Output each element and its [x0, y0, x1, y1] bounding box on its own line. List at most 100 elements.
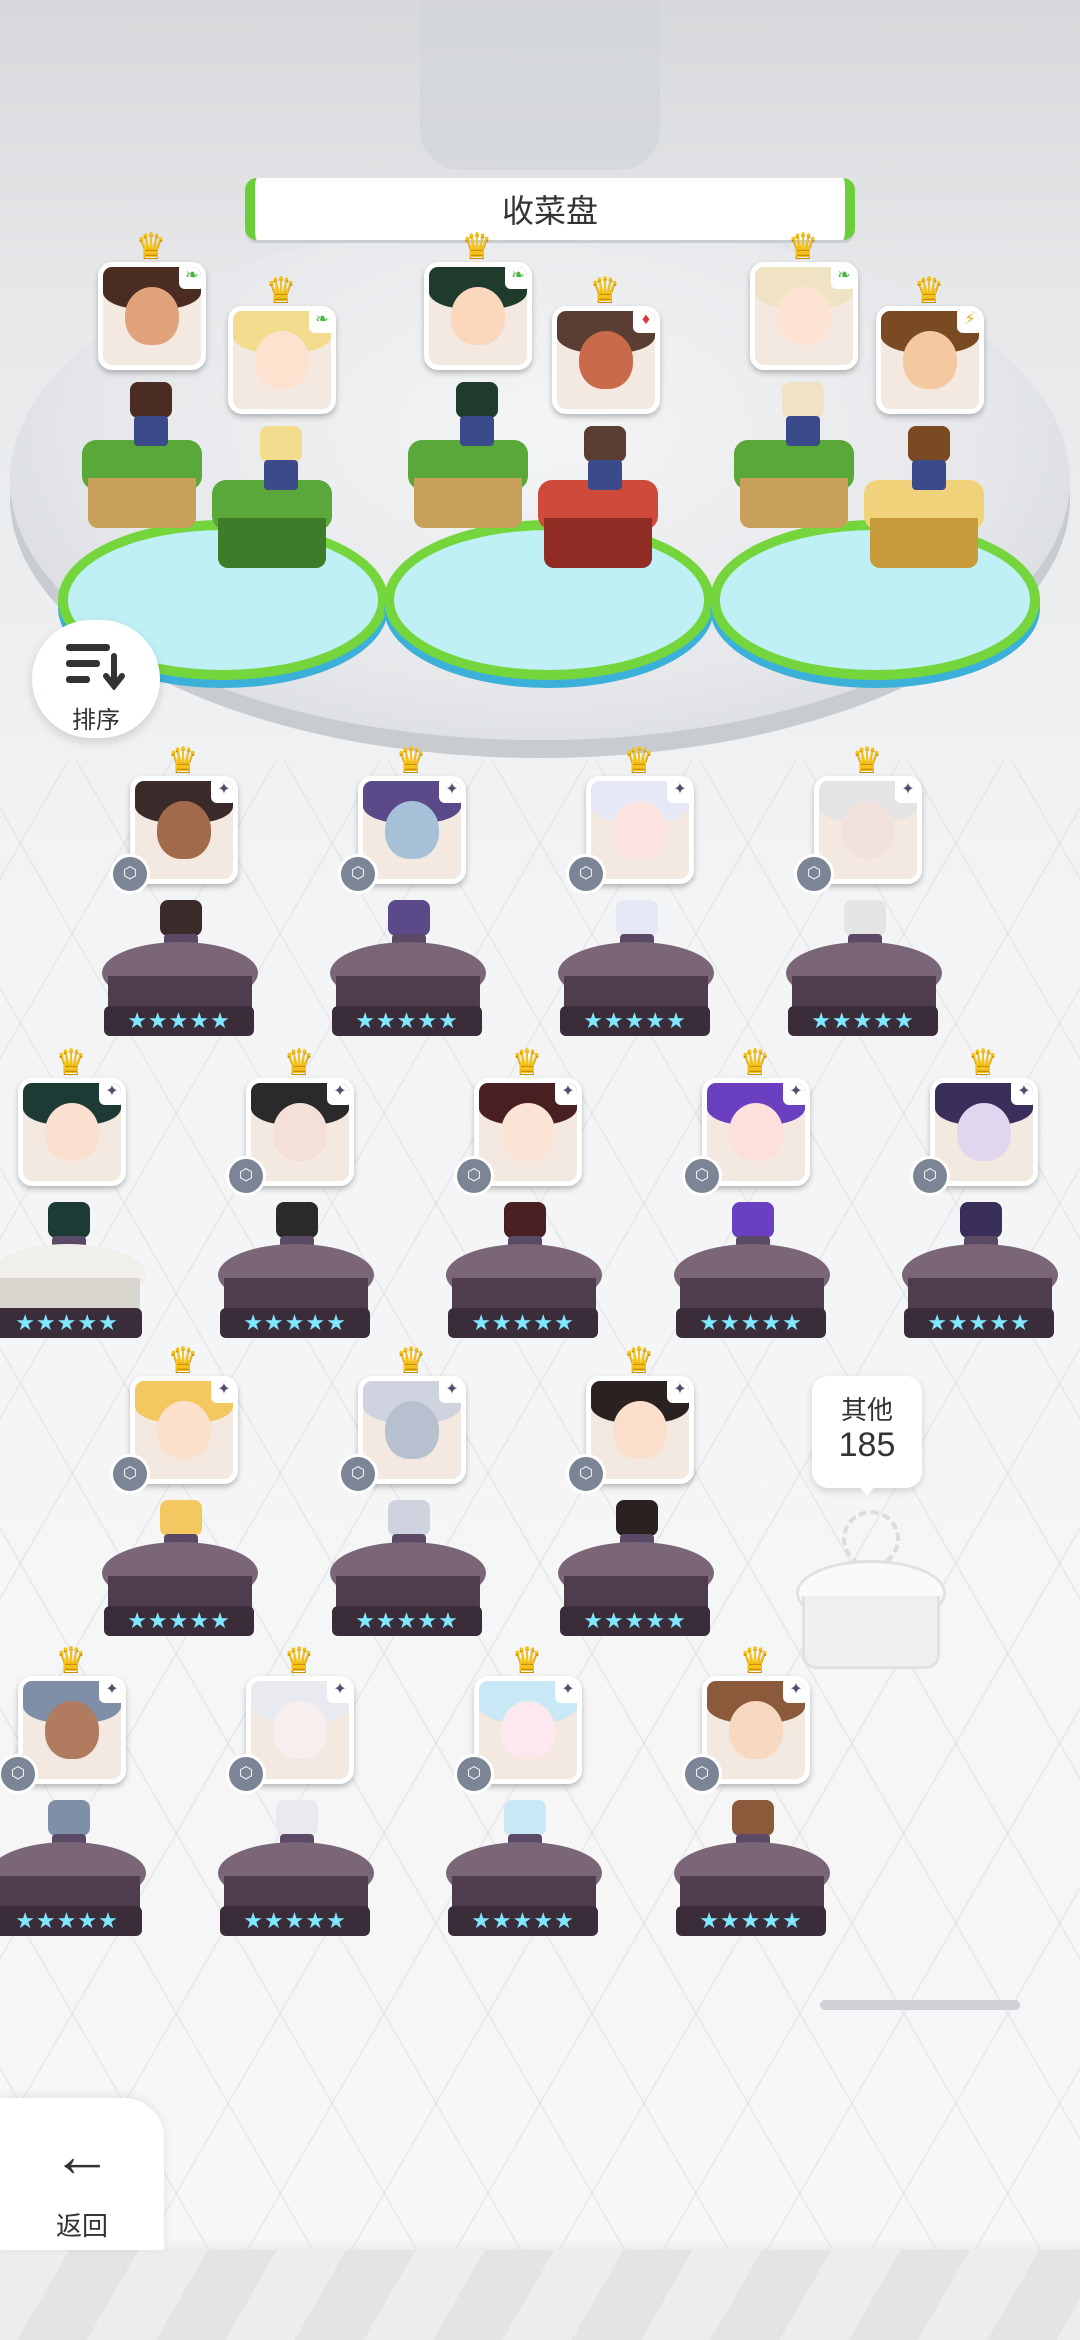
crown-icon: ♛	[55, 1043, 87, 1081]
hero-sprite	[768, 382, 838, 448]
star-rating: ★★★★★	[676, 1308, 826, 1338]
element-icon: ✦	[667, 781, 689, 803]
hero-pedestal[interactable]: ★★★★★	[102, 1542, 258, 1650]
element-icon: ✦	[783, 1681, 805, 1703]
hero-pedestal[interactable]: ★★★★★	[446, 1244, 602, 1352]
others-label: 其他	[840, 1395, 893, 1425]
crown-icon: ♛	[739, 1043, 771, 1081]
element-icon: ✦	[327, 1681, 349, 1703]
element-icon: ❧	[831, 267, 853, 289]
back-button[interactable]: ← 返回	[0, 2098, 164, 2250]
others-counter[interactable]: 其他 185	[812, 1376, 922, 1496]
crown-icon: ♛	[55, 1641, 87, 1679]
star-rating: ★★★★★	[104, 1006, 254, 1036]
crown-icon: ♛	[461, 227, 493, 265]
crown-icon: ♛	[967, 1043, 999, 1081]
empty-pedestal[interactable]	[796, 1510, 946, 1680]
element-icon: ✦	[667, 1381, 689, 1403]
element-icon: ✦	[211, 781, 233, 803]
party-hero-1[interactable]: ❧	[98, 262, 206, 370]
sort-button[interactable]: 排序	[32, 620, 160, 738]
element-icon: ✦	[99, 1083, 121, 1105]
hero-pedestal[interactable]: ★★★★★	[674, 1244, 830, 1352]
roster-hero-portrait[interactable]: ✦	[18, 1078, 126, 1186]
star-rating: ★★★★★	[104, 1606, 254, 1636]
hero-sprite	[570, 426, 640, 492]
crown-icon: ♛	[623, 1341, 655, 1379]
party-hero-6[interactable]: ⚡	[876, 306, 984, 414]
hero-pedestal[interactable]: ★★★★★	[218, 1244, 374, 1352]
grass-block	[408, 440, 528, 530]
crown-icon: ♛	[265, 271, 297, 309]
emblem-decoration	[420, 0, 660, 170]
gear-tag-icon: ⬡	[338, 1454, 378, 1494]
crown-icon: ♛	[511, 1641, 543, 1679]
star-rating: ★★★★★	[220, 1906, 370, 1936]
gear-tag-icon: ⬡	[910, 1156, 950, 1196]
hero-pedestal[interactable]: ★★★★★	[902, 1244, 1058, 1352]
others-count: 185	[838, 1426, 896, 1464]
element-icon: ✦	[895, 781, 917, 803]
back-arrow-icon: ←	[52, 2122, 112, 2189]
sand-block	[864, 480, 984, 570]
hero-pedestal[interactable]: ★★★★★	[330, 942, 486, 1050]
star-rating: ★★★★★	[788, 1006, 938, 1036]
element-icon: ✦	[555, 1083, 577, 1105]
gear-tag-icon: ⬡	[226, 1156, 266, 1196]
bottom-strip	[0, 2250, 1080, 2340]
star-rating: ★★★★★	[904, 1308, 1054, 1338]
element-icon: ❧	[179, 267, 201, 289]
star-rating: ★★★★★	[448, 1308, 598, 1338]
scroll-indicator[interactable]	[820, 2000, 1020, 2010]
hero-pedestal[interactable]: ★★★★★	[558, 942, 714, 1050]
element-icon: ✦	[1011, 1083, 1033, 1105]
hero-pedestal[interactable]: ★★★★★	[0, 1244, 146, 1352]
star-rating: ★★★★★	[560, 1006, 710, 1036]
crown-icon: ♛	[623, 741, 655, 779]
element-icon: ❧	[309, 311, 331, 333]
crown-icon: ♛	[739, 1641, 771, 1679]
gear-tag-icon: ⬡	[682, 1754, 722, 1794]
star-rating: ★★★★★	[220, 1308, 370, 1338]
star-rating: ★★★★★	[0, 1308, 142, 1338]
hero-pedestal[interactable]: ★★★★★	[102, 942, 258, 1050]
hero-sprite	[116, 382, 186, 448]
gear-tag-icon: ⬡	[338, 854, 378, 894]
hero-pedestal[interactable]: ★★★★★	[786, 942, 942, 1050]
gear-tag-icon: ⬡	[682, 1156, 722, 1196]
party-hero-2[interactable]: ❧	[228, 306, 336, 414]
party-hero-4[interactable]: ♦	[552, 306, 660, 414]
crown-icon: ♛	[395, 741, 427, 779]
hero-pedestal[interactable]: ★★★★★	[446, 1842, 602, 1950]
star-rating: ★★★★★	[448, 1906, 598, 1936]
gear-tag-icon: ⬡	[226, 1754, 266, 1794]
grass-block	[82, 440, 202, 530]
hero-pedestal[interactable]: ★★★★★	[674, 1842, 830, 1950]
fire-block	[538, 480, 658, 570]
crown-icon: ♛	[283, 1043, 315, 1081]
hero-pedestal[interactable]: ★★★★★	[558, 1542, 714, 1650]
element-icon: ⚡	[957, 311, 979, 333]
gear-tag-icon: ⬡	[110, 854, 150, 894]
grass-block	[212, 480, 332, 570]
crown-icon: ♛	[851, 741, 883, 779]
element-icon: ❧	[505, 267, 527, 289]
crown-icon: ♛	[167, 1341, 199, 1379]
crown-icon: ♛	[167, 741, 199, 779]
element-icon: ✦	[783, 1083, 805, 1105]
hero-pedestal[interactable]: ★★★★★	[0, 1842, 146, 1950]
star-rating: ★★★★★	[676, 1906, 826, 1936]
element-icon: ✦	[211, 1381, 233, 1403]
element-icon: ✦	[327, 1083, 349, 1105]
element-icon: ✦	[555, 1681, 577, 1703]
crown-icon: ♛	[283, 1641, 315, 1679]
gear-tag-icon: ⬡	[454, 1754, 494, 1794]
hero-pedestal[interactable]: ★★★★★	[330, 1542, 486, 1650]
party-hero-5[interactable]: ❧	[750, 262, 858, 370]
hero-pedestal[interactable]: ★★★★★	[218, 1842, 374, 1950]
hero-sprite	[442, 382, 512, 448]
party-hero-3[interactable]: ❧	[424, 262, 532, 370]
crown-icon: ♛	[135, 227, 167, 265]
page-title: 收菜盘	[245, 178, 855, 240]
sort-icon	[66, 644, 125, 690]
